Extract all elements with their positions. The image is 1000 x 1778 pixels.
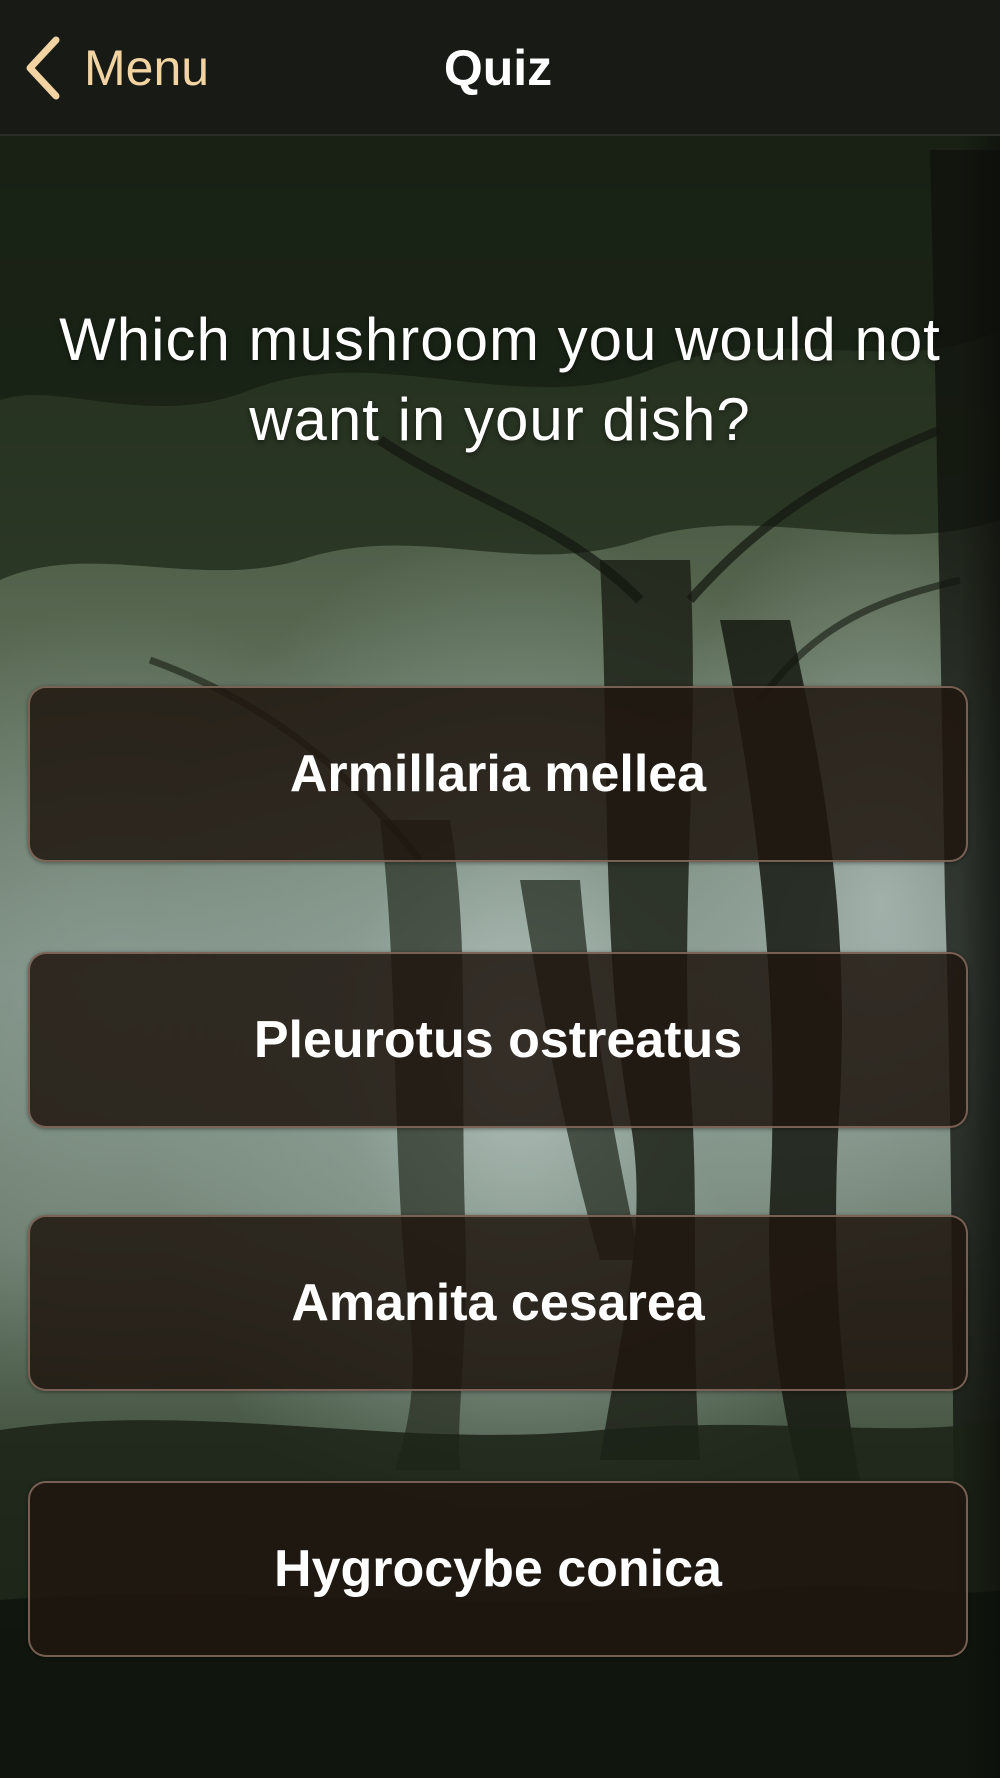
page-title: Quiz: [443, 40, 553, 96]
quiz-screen: Menu Quiz Which mushroom you would not w…: [0, 0, 1000, 1778]
answer-option-1[interactable]: Armillaria mellea: [28, 686, 968, 862]
answer-option-4[interactable]: Hygrocybe conica: [28, 1481, 968, 1657]
navigation-bar: Menu Quiz: [0, 0, 1000, 136]
answer-option-2[interactable]: Pleurotus ostreatus: [28, 952, 968, 1128]
answer-option-3[interactable]: Amanita cesarea: [28, 1215, 968, 1391]
quiz-question: Which mushroom you would not want in you…: [59, 306, 941, 453]
